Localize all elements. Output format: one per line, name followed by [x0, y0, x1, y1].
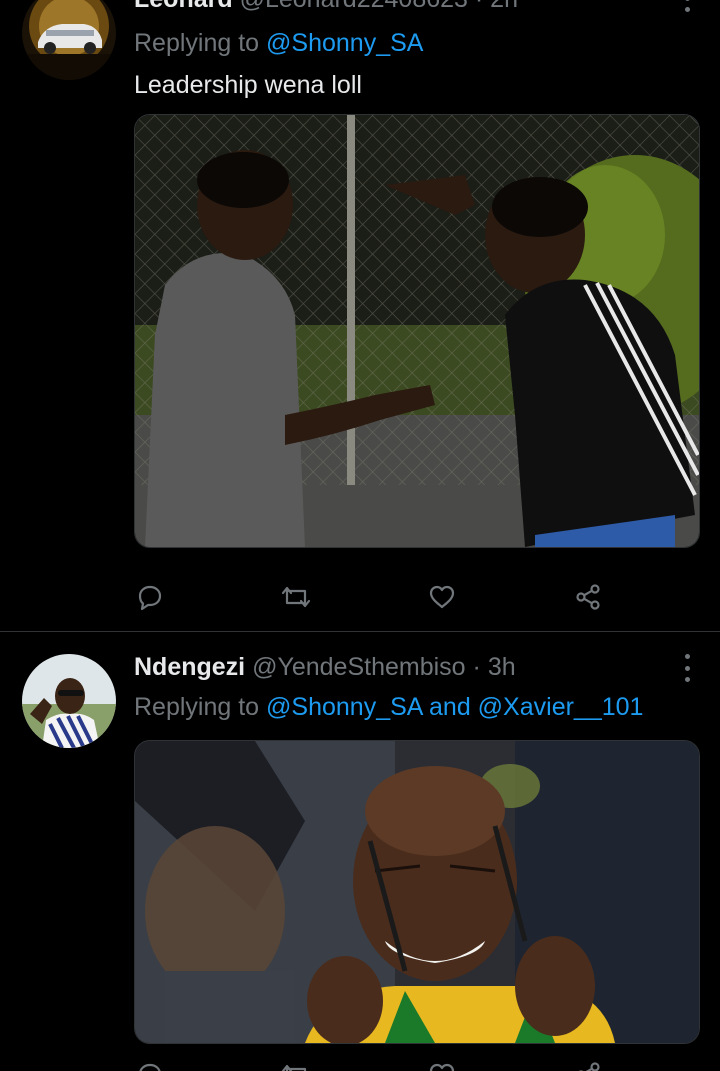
replying-to-line: Replying to @Shonny_SA: [134, 28, 423, 58]
tweet-actions: [134, 582, 604, 612]
replying-to-link[interactable]: @Shonny_SA: [266, 29, 423, 57]
replying-prefix: Replying to: [134, 693, 267, 721]
share-icon[interactable]: [572, 582, 604, 612]
display-name[interactable]: Ndengezi: [134, 653, 245, 681]
separator-dot: ·: [472, 653, 481, 681]
retweet-icon[interactable]: [280, 1060, 312, 1071]
separator-dot: ·: [475, 0, 483, 13]
replying-prefix: Replying to: [134, 29, 267, 57]
timeline-feed: Leonard @Leonard22408623 · 2h Replying t…: [0, 0, 720, 1071]
replying-to-link[interactable]: @Shonny_SA and @Xavier__101: [266, 693, 643, 721]
more-icon[interactable]: [682, 654, 692, 682]
share-icon[interactable]: [572, 1060, 604, 1071]
tweet-image-laughing-man[interactable]: [134, 740, 700, 1044]
tweet-text: Leadership wena loll: [134, 71, 362, 99]
tweet-ndengezi[interactable]: Ndengezi @YendeSthembiso · 3h Replying t…: [0, 632, 720, 1071]
reply-icon[interactable]: [134, 582, 166, 612]
display-name[interactable]: Leonard: [134, 0, 233, 13]
retweet-icon[interactable]: [280, 582, 312, 612]
tweet-image-boys-handshake[interactable]: [134, 114, 700, 548]
timestamp[interactable]: 2h: [490, 0, 518, 13]
reply-icon[interactable]: [134, 1060, 166, 1071]
tweet-leonard[interactable]: Leonard @Leonard22408623 · 2h Replying t…: [0, 0, 720, 631]
more-icon[interactable]: [682, 0, 692, 12]
tweet-header: Leonard @Leonard22408623 · 2h: [134, 0, 518, 14]
like-icon[interactable]: [426, 582, 458, 612]
user-handle[interactable]: @Leonard22408623: [240, 0, 468, 13]
tweet-actions: [134, 1060, 604, 1071]
tweet-header: Ndengezi @YendeSthembiso · 3h: [134, 652, 516, 682]
timestamp[interactable]: 3h: [488, 653, 516, 681]
user-handle[interactable]: @YendeSthembiso: [252, 653, 466, 681]
like-icon[interactable]: [426, 1060, 458, 1071]
replying-to-line: Replying to @Shonny_SA and @Xavier__101: [134, 692, 643, 722]
avatar-ndengezi[interactable]: [22, 654, 116, 748]
avatar-leonard[interactable]: [22, 0, 116, 80]
